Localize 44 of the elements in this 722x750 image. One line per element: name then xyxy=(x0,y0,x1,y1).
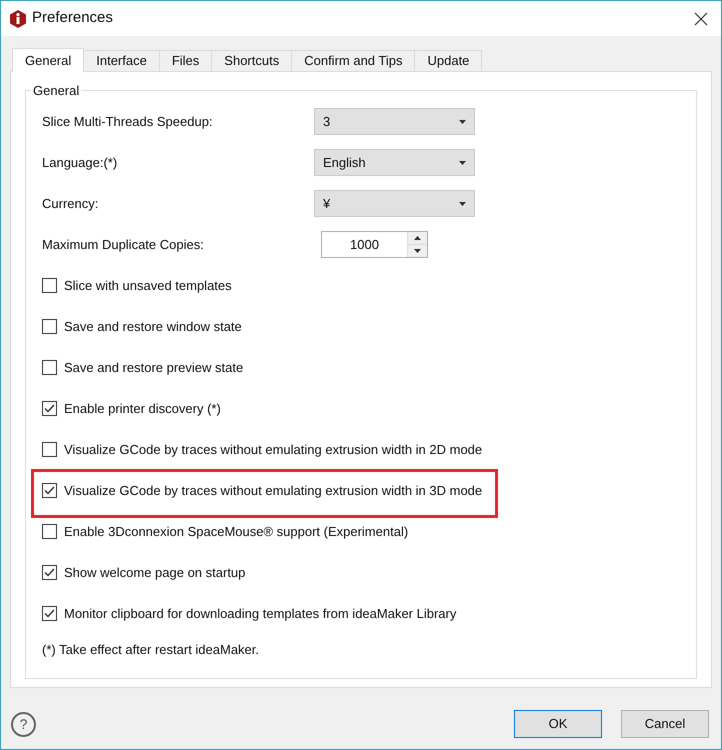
dialog-button[interactable]: Cancel xyxy=(621,710,709,738)
tab[interactable]: Interface xyxy=(84,50,160,71)
checkbox[interactable] xyxy=(42,401,57,416)
checkbox-option[interactable]: Visualize GCode by traces without emulating extrusion width in 2D mode xyxy=(42,440,482,460)
checkbox[interactable] xyxy=(42,442,57,457)
checkbox[interactable] xyxy=(42,360,57,375)
checkbox-option[interactable]: Enable printer discovery (*) xyxy=(42,398,221,418)
tab[interactable]: Shortcuts xyxy=(212,50,292,71)
checkbox-option[interactable]: Show welcome page on startup xyxy=(42,562,246,582)
checkbox[interactable] xyxy=(42,319,57,334)
tab[interactable]: Update xyxy=(415,50,482,71)
increment-icon[interactable] xyxy=(408,232,427,245)
checkbox-option[interactable]: Enable 3Dconnexion SpaceMouse® support (Experimental) xyxy=(42,522,408,542)
dialog-button[interactable]: OK xyxy=(514,710,602,738)
dropdown[interactable]: English xyxy=(314,149,475,176)
checkbox-option[interactable]: Monitor clipboard for downloading templates from ideaMaker Library xyxy=(42,604,456,624)
checkbox[interactable] xyxy=(42,606,57,621)
number-spinner[interactable]: 1000 xyxy=(321,231,428,258)
dropdown[interactable]: 3 xyxy=(314,108,475,135)
tab[interactable]: Files xyxy=(160,50,212,71)
checkbox[interactable] xyxy=(42,278,57,293)
setting-label: Maximum Duplicate Copies: xyxy=(42,236,205,254)
checkbox[interactable] xyxy=(42,565,57,580)
close-icon[interactable] xyxy=(693,10,709,26)
checkbox-option[interactable]: Slice with unsaved templates xyxy=(42,276,232,296)
checkbox-option[interactable]: Save and restore window state xyxy=(42,316,242,336)
restart-note: (*) Take effect after restart ideaMaker. xyxy=(42,641,260,659)
checkbox[interactable] xyxy=(42,524,57,539)
tab[interactable]: Confirm and Tips xyxy=(292,50,416,71)
help-icon[interactable]: ? xyxy=(11,712,36,736)
caret-icon xyxy=(459,160,466,164)
decrement-icon[interactable] xyxy=(408,245,427,257)
checkbox-option[interactable]: Visualize GCode by traces without emulating extrusion width in 3D mode xyxy=(42,480,482,500)
app-logo-icon xyxy=(10,10,26,28)
window-title: Preferences xyxy=(32,8,113,28)
dropdown[interactable]: ¥ xyxy=(314,190,475,217)
caret-icon xyxy=(459,120,466,124)
setting-label: Currency: xyxy=(42,194,100,213)
caret-icon xyxy=(459,202,466,206)
tab[interactable]: General xyxy=(12,48,84,72)
checkbox-option[interactable]: Save and restore preview state xyxy=(42,358,244,378)
setting-label: Slice Multi-Threads Speedup: xyxy=(42,112,214,131)
checkbox[interactable] xyxy=(42,483,57,498)
setting-label: Language:(*) xyxy=(42,154,118,172)
